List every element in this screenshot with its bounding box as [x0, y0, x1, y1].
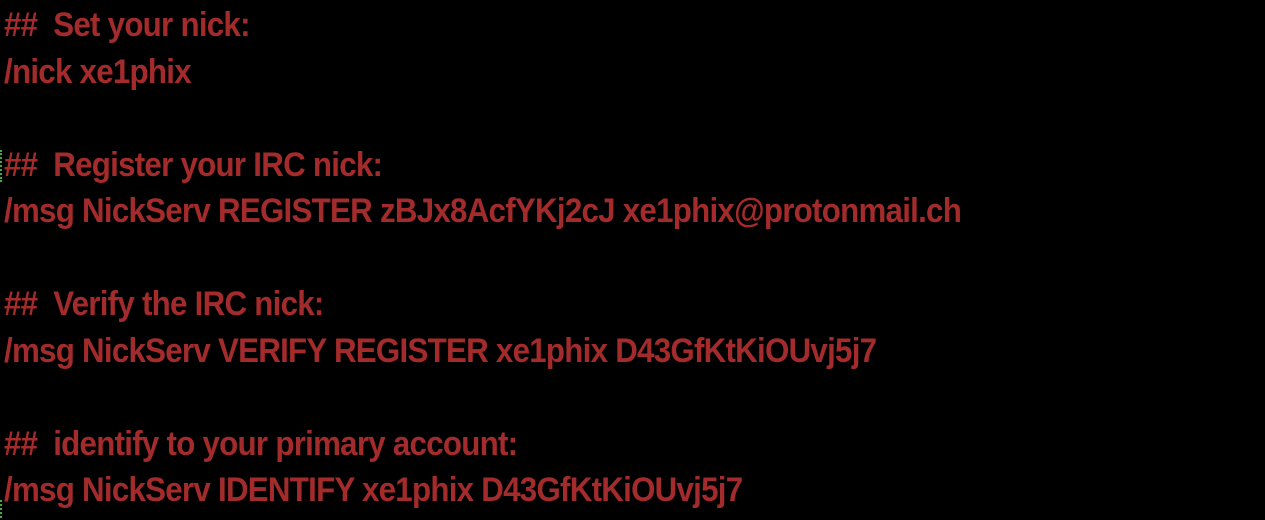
command-verify: /msg NickServ VERIFY REGISTER xe1phix D4… [4, 331, 877, 370]
comment-identify: ## identify to your primary account: [4, 424, 518, 463]
terminal-editor-view[interactable]: ## Set your nick: /nick xe1phix ## Regis… [0, 0, 1265, 520]
comment-register-nick: ## Register your IRC nick: [4, 145, 383, 184]
comment-verify-nick: ## Verify the IRC nick: [4, 285, 324, 323]
command-nick: /nick xe1phix [4, 52, 192, 91]
command-identify: /msg NickServ IDENTIFY xe1phix D43GfKtKi… [4, 471, 743, 509]
command-register: /msg NickServ REGISTER zBJx8AcfYKj2cJ xe… [4, 192, 962, 230]
comment-set-nick: ## Set your nick: [4, 6, 251, 44]
